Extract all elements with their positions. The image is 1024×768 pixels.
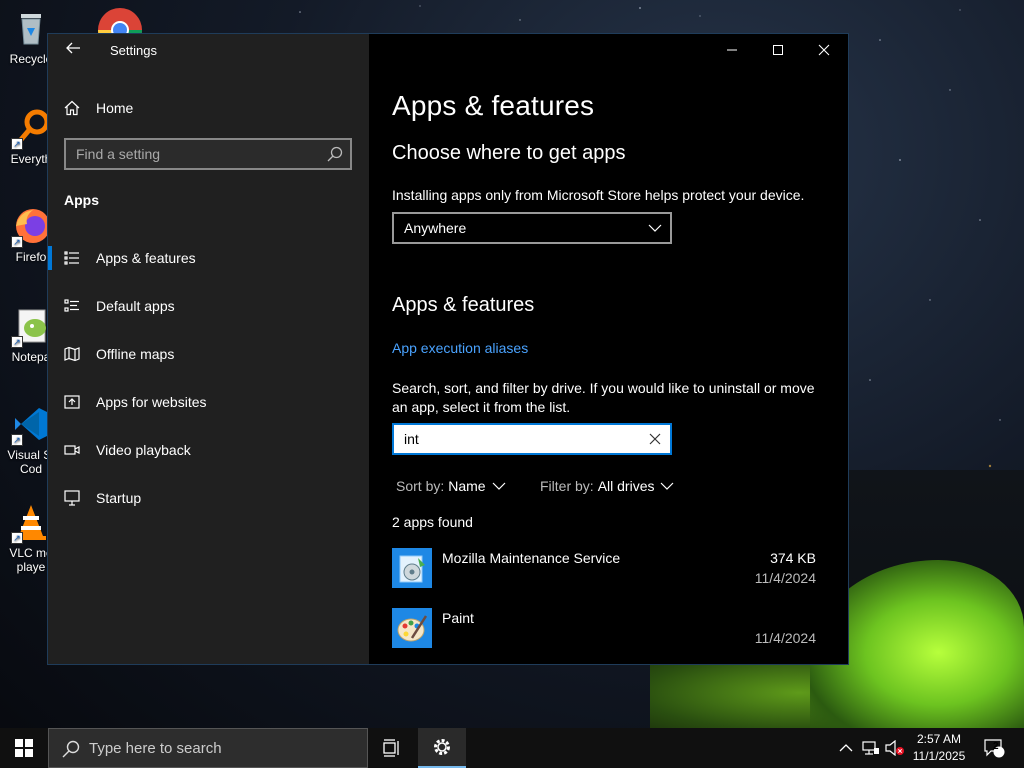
close-icon bbox=[818, 44, 830, 56]
app-name: Paint bbox=[442, 610, 474, 626]
filter-by-dropdown[interactable]: Filter by: All drives bbox=[540, 478, 676, 494]
network-icon bbox=[862, 741, 879, 755]
notepad-plus-plus-icon: ↗ bbox=[11, 306, 51, 348]
everything-search-icon: ↗ bbox=[11, 108, 51, 150]
search-icon bbox=[62, 740, 80, 758]
nav-home[interactable]: Home bbox=[64, 96, 133, 120]
taskbar-settings-app[interactable] bbox=[418, 728, 466, 768]
video-playback-icon bbox=[64, 442, 80, 458]
app-name: Mozilla Maintenance Service bbox=[442, 550, 621, 566]
find-setting-placeholder: Find a setting bbox=[76, 146, 161, 162]
firefox-icon: ↗ bbox=[11, 206, 51, 248]
nav-item-video-playback[interactable]: Video playback bbox=[48, 428, 369, 472]
task-view-button[interactable] bbox=[368, 728, 416, 768]
app-install-date: 11/4/2024 bbox=[754, 570, 816, 586]
apps-for-websites-icon bbox=[64, 394, 80, 410]
chevron-down-icon bbox=[648, 224, 662, 232]
nav-item-apps-for-websites[interactable]: Apps for websites bbox=[48, 380, 369, 424]
nav-item-label: Startup bbox=[96, 490, 142, 506]
settings-nav-pane: Settings Home Find a setting Apps Apps &… bbox=[48, 34, 369, 664]
minimize-button[interactable] bbox=[709, 34, 755, 66]
chevron-down-icon bbox=[661, 482, 674, 490]
gear-icon bbox=[434, 739, 450, 755]
default-apps-icon bbox=[64, 298, 80, 314]
title-bar[interactable]: Settings bbox=[48, 34, 369, 66]
app-install-date: 11/4/2024 bbox=[754, 630, 816, 646]
clock-time: 2:57 AM bbox=[916, 732, 962, 746]
page-title: Apps & features bbox=[392, 90, 595, 121]
nav-item-apps-features[interactable]: Apps & features bbox=[48, 236, 369, 280]
app-list-search-input[interactable]: int bbox=[392, 423, 672, 455]
network-status-button[interactable] bbox=[860, 728, 882, 768]
choose-apps-description: Installing apps only from Microsoft Stor… bbox=[392, 187, 805, 203]
nav-item-label: Apps & features bbox=[96, 250, 196, 266]
find-setting-input[interactable]: Find a setting bbox=[64, 138, 352, 170]
windows-logo-icon bbox=[15, 739, 33, 757]
nav-item-label: Default apps bbox=[96, 298, 175, 314]
search-description: Search, sort, and filter by drive. If yo… bbox=[392, 380, 815, 415]
shortcut-arrow-icon: ↗ bbox=[11, 434, 23, 446]
paint-icon bbox=[392, 608, 432, 648]
recycle-bin-icon bbox=[11, 8, 51, 48]
back-button[interactable] bbox=[62, 40, 84, 60]
results-count: 2 apps found bbox=[392, 514, 473, 530]
taskbar-search-box[interactable]: Type here to search bbox=[48, 728, 368, 768]
offline-maps-icon bbox=[64, 346, 80, 362]
vscode-icon: ↗ bbox=[11, 404, 51, 446]
search-icon bbox=[327, 146, 343, 162]
chevron-up-icon bbox=[839, 744, 853, 752]
maximize-button[interactable] bbox=[755, 34, 801, 66]
mozilla-maintenance-service-icon bbox=[392, 548, 432, 588]
action-center-button[interactable]: 2 bbox=[980, 728, 1008, 768]
app-list-item[interactable]: Mozilla Maintenance Service 374 KB 11/4/… bbox=[392, 544, 816, 604]
shortcut-arrow-icon: ↗ bbox=[11, 138, 23, 150]
task-view-icon bbox=[383, 739, 399, 757]
settings-window: Settings Home Find a setting Apps Apps &… bbox=[47, 33, 849, 665]
window-title: Settings bbox=[110, 43, 157, 58]
choose-apps-heading: Choose where to get apps bbox=[392, 142, 626, 164]
start-button[interactable] bbox=[0, 728, 48, 768]
taskbar-search-placeholder: Type here to search bbox=[89, 740, 222, 757]
taskbar: Type here to search 2:57 AM 11/1/2025 2 bbox=[0, 728, 1024, 768]
sort-by-dropdown[interactable]: Sort by: Name bbox=[396, 478, 508, 494]
notification-count-badge: 2 bbox=[993, 741, 999, 752]
nav-item-startup[interactable]: Startup bbox=[48, 476, 369, 520]
startup-icon bbox=[64, 490, 80, 506]
shortcut-arrow-icon: ↗ bbox=[11, 236, 23, 248]
nav-item-default-apps[interactable]: Default apps bbox=[48, 284, 369, 328]
clear-icon[interactable] bbox=[646, 430, 664, 448]
nav-item-label: Video playback bbox=[96, 442, 191, 458]
app-list-item[interactable]: Paint 11/4/2024 bbox=[392, 604, 816, 664]
nav-item-offline-maps[interactable]: Offline maps bbox=[48, 332, 369, 376]
apps-features-icon bbox=[64, 250, 80, 266]
filter-label: Filter by: bbox=[540, 478, 594, 494]
sort-label: Sort by: bbox=[396, 478, 445, 494]
sort-value: Name bbox=[448, 478, 486, 494]
shortcut-arrow-icon: ↗ bbox=[11, 532, 23, 544]
app-execution-aliases-link[interactable]: App execution aliases bbox=[392, 340, 528, 356]
clock-date: 11/1/2025 bbox=[912, 749, 966, 763]
settings-content-pane: Apps & features Choose where to get apps… bbox=[369, 34, 848, 664]
home-label: Home bbox=[96, 100, 134, 116]
close-button[interactable] bbox=[801, 34, 847, 66]
app-source-dropdown[interactable]: Anywhere bbox=[392, 212, 672, 244]
back-arrow-icon bbox=[66, 42, 80, 54]
taskbar-clock[interactable]: 2:57 AM 11/1/2025 bbox=[900, 731, 978, 765]
app-list-search-value: int bbox=[404, 431, 419, 447]
shortcut-arrow-icon: ↗ bbox=[11, 336, 23, 348]
chevron-down-icon bbox=[492, 482, 506, 490]
filter-value: All drives bbox=[597, 478, 655, 494]
show-hidden-icons-button[interactable] bbox=[836, 728, 856, 768]
vlc-cone-icon: ↗ bbox=[11, 502, 51, 544]
minimize-icon bbox=[727, 49, 737, 51]
nav-item-label: Apps for websites bbox=[96, 394, 207, 410]
apps-features-heading: Apps & features bbox=[392, 294, 535, 316]
maximize-icon bbox=[773, 45, 783, 55]
nav-item-label: Offline maps bbox=[96, 346, 175, 362]
nav-section-label: Apps bbox=[64, 192, 99, 208]
app-size: 374 KB bbox=[770, 550, 816, 566]
home-icon bbox=[64, 100, 80, 116]
app-source-value: Anywhere bbox=[404, 220, 467, 236]
